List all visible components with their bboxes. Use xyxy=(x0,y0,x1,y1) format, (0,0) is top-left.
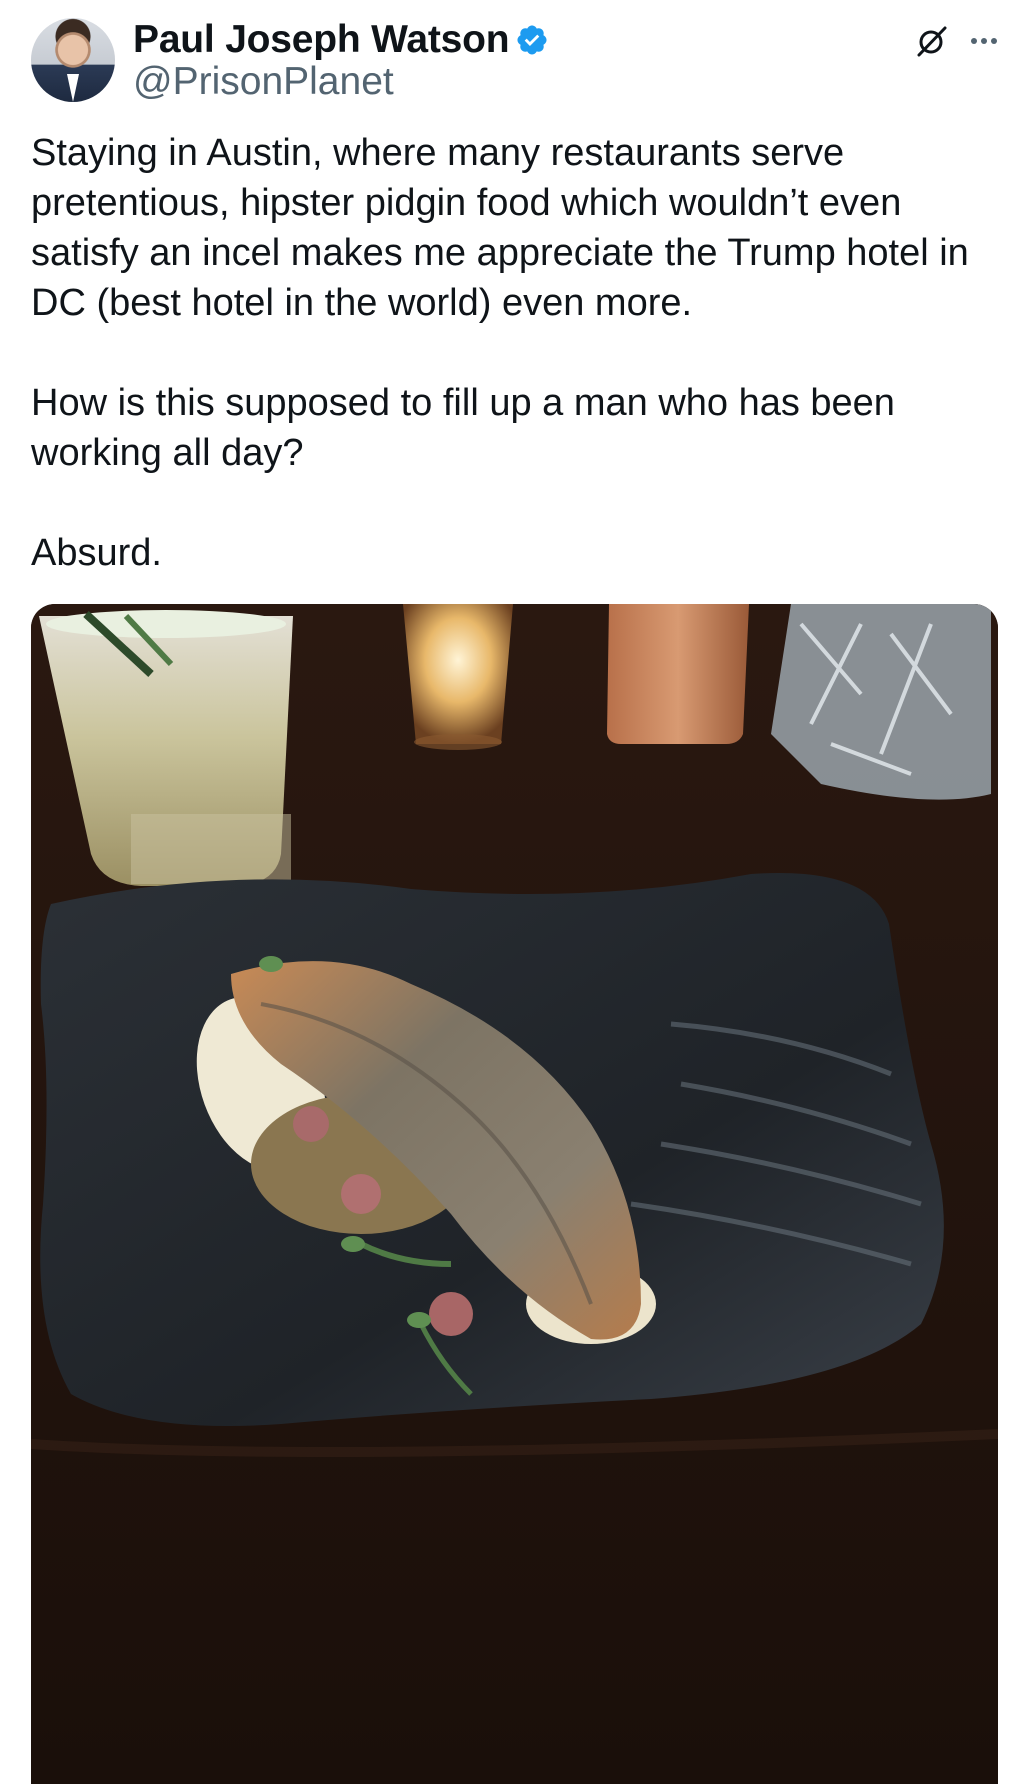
tweet-paragraph-1: Staying in Austin, where many restaurant… xyxy=(31,132,980,324)
author-handle[interactable]: @PrisonPlanet xyxy=(133,60,394,104)
more-options-icon[interactable] xyxy=(967,24,1001,58)
verified-badge-icon xyxy=(515,23,549,57)
tweet-paragraph-2: How is this supposed to fill up a man wh… xyxy=(31,382,906,474)
author-display-name[interactable]: Paul Joseph Watson xyxy=(133,18,510,62)
tweet-header: Paul Joseph Watson @PrisonPlanet xyxy=(31,18,1001,104)
food-photo-illustration xyxy=(31,604,998,1784)
author-name-row: Paul Joseph Watson xyxy=(133,18,549,62)
avatar-collar xyxy=(67,74,79,102)
tweet-photo[interactable] xyxy=(31,604,998,1784)
avatar[interactable] xyxy=(31,18,115,102)
header-actions xyxy=(915,24,1001,58)
grok-icon[interactable] xyxy=(915,24,949,58)
tweet: Paul Joseph Watson @PrisonPlanet Staying… xyxy=(0,0,1023,1784)
tweet-paragraph-3: Absurd. xyxy=(31,532,162,574)
tweet-text: Staying in Austin, where many restaurant… xyxy=(31,128,1001,578)
